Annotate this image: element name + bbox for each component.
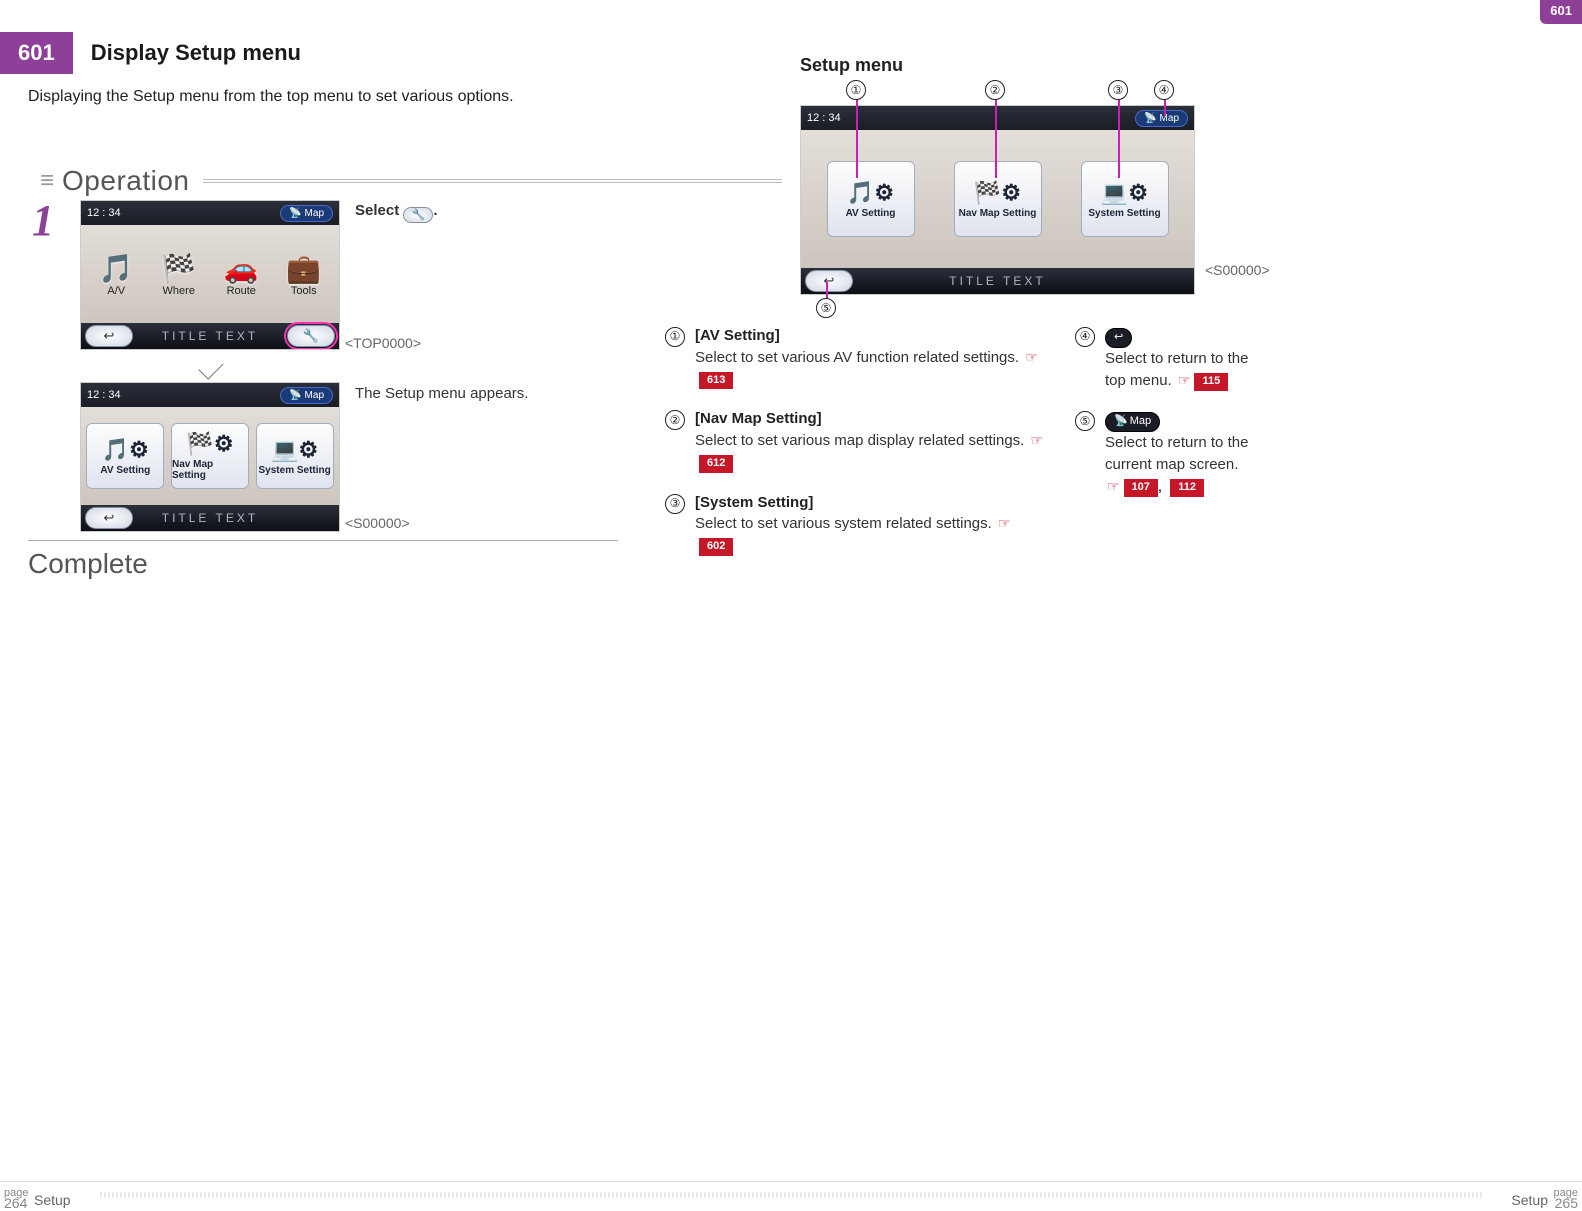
divider — [28, 540, 618, 541]
operation-heading: ≡ Operation — [40, 165, 782, 197]
legend-title: [System Setting] — [695, 492, 1045, 514]
rule-icon — [203, 179, 782, 183]
screenshot-top-menu: 12 : 34 📡 Map 🎵A/V 🏁Where 🚗Route 💼Tools … — [80, 200, 340, 350]
crossref-badge[interactable]: 612 — [699, 455, 733, 473]
tile-system-setting: 💻⚙System Setting — [256, 423, 334, 489]
callout-5: ⑤ — [1075, 411, 1095, 431]
callout-2: ② — [985, 80, 1005, 100]
callout-3: ③ — [1108, 80, 1128, 100]
callout-1: ① — [846, 80, 866, 100]
back-icon: ↩ — [85, 507, 133, 529]
section-name-left: Setup — [34, 1192, 71, 1208]
title-bar: TITLE TEXT — [801, 268, 1194, 294]
title-row: 601 Display Setup menu — [0, 32, 319, 74]
legend-right: ④ ↩ Select to return to the top menu. ☞1… — [1075, 325, 1260, 516]
crossref-badge[interactable]: 112 — [1170, 479, 1204, 497]
page-title: Display Setup menu — [73, 32, 319, 74]
legend-item-1: ① [AV Setting] Select to set various AV … — [665, 325, 1045, 390]
setup-menu-heading: Setup menu — [800, 55, 903, 76]
tile-av-setting: 🎵⚙AV Setting — [827, 161, 915, 237]
legend-item-5: ⑤ 📡 Map Select to return to the current … — [1075, 409, 1260, 497]
crossref-badge[interactable]: 107 — [1124, 479, 1158, 497]
section-number-tab: 601 — [0, 32, 73, 74]
footer-rule — [100, 1192, 1482, 1198]
legend-desc: Select to return to the top menu. ☞115 — [1105, 348, 1260, 392]
callout-4: ④ — [1075, 327, 1095, 347]
page-footer: page 264 Setup Setup page 265 — [0, 1181, 1582, 1211]
legend-desc: Select to set various AV function relate… — [695, 347, 1045, 391]
menu-tile-av: 🎵A/V — [99, 252, 134, 297]
screenshot-code-setup: <S00000> — [345, 515, 410, 531]
legend-desc: Select to set various system related set… — [695, 513, 1045, 557]
map-pill: 📡 Map — [1135, 110, 1188, 127]
crossref-icon: ☞ — [1107, 478, 1120, 494]
legend-item-4: ④ ↩ Select to return to the top menu. ☞1… — [1075, 325, 1260, 391]
callout-1: ① — [665, 327, 685, 347]
menu-tile-where: 🏁Where — [161, 252, 196, 297]
crossref-icon: ☞ — [1025, 349, 1038, 365]
map-pill: 📡 Map — [280, 205, 333, 222]
back-icon: ↩ — [805, 270, 853, 292]
page-number-right: 265 — [1555, 1195, 1578, 1211]
screenshot-code-setup-large: <S00000> — [1205, 262, 1270, 278]
map-pill: 📡 Map — [280, 387, 333, 404]
clock-label: 12 : 34 — [87, 207, 121, 219]
callout-line — [995, 98, 997, 178]
screenshot-setup-menu-large: 12 : 34 📡 Map 🎵⚙AV Setting 🏁⚙Nav Map Set… — [800, 105, 1195, 295]
chevron-down-icon — [198, 354, 223, 379]
crossref-icon: ☞ — [1178, 372, 1191, 388]
menu-tile-tools: 💼Tools — [286, 252, 321, 297]
callout-line — [1118, 98, 1120, 178]
legend-item-2: ② [Nav Map Setting] Select to set variou… — [665, 408, 1045, 473]
callout-line — [1164, 98, 1166, 116]
legend-desc: Select to set various map display relate… — [695, 430, 1045, 474]
clock-label: 12 : 34 — [87, 389, 121, 401]
map-icon: 📡 Map — [1105, 412, 1160, 432]
back-icon: ↩ — [1105, 328, 1132, 348]
tile-av-setting: 🎵⚙AV Setting — [86, 423, 164, 489]
crossref-icon: ☞ — [1031, 432, 1044, 448]
legend-item-3: ③ [System Setting] Select to set various… — [665, 492, 1045, 557]
screenshot-code-top: <TOP0000> — [345, 335, 421, 351]
crossref-badge[interactable]: 613 — [699, 372, 733, 390]
top-menu-body: 🎵A/V 🏁Where 🚗Route 💼Tools — [81, 225, 339, 323]
page-subtitle: Displaying the Setup menu from the top m… — [28, 88, 514, 106]
legend-desc: Select to return to the current map scre… — [1105, 432, 1260, 497]
callout-3: ③ — [665, 494, 685, 514]
complete-label: Complete — [28, 548, 148, 580]
step-instruction: Select 🔧. — [355, 202, 438, 223]
screenshot-caption: The Setup menu appears. — [355, 385, 528, 402]
rule-icon: ≡ — [40, 174, 54, 188]
callout-2: ② — [665, 410, 685, 430]
legend-title: [Nav Map Setting] — [695, 408, 1045, 430]
crossref-badge[interactable]: 115 — [1194, 373, 1228, 391]
legend-left: ① [AV Setting] Select to set various AV … — [665, 325, 1045, 575]
clock-label: 12 : 34 — [807, 112, 841, 124]
tile-nav-map-setting: 🏁⚙Nav Map Setting — [171, 423, 249, 489]
page-number-left: 264 — [4, 1195, 27, 1211]
tile-system-setting: 💻⚙System Setting — [1081, 161, 1169, 237]
wrench-icon: 🔧 — [287, 325, 335, 347]
section-name-right: Setup — [1511, 1192, 1548, 1208]
callout-4: ④ — [1154, 80, 1174, 100]
step-number: 1 — [32, 195, 54, 246]
tile-nav-map-setting: 🏁⚙Nav Map Setting — [954, 161, 1042, 237]
callout-5: ⑤ — [816, 298, 836, 318]
crossref-icon: ☞ — [998, 515, 1011, 531]
menu-tile-route: 🚗Route — [224, 252, 259, 297]
callout-line — [856, 98, 858, 178]
crossref-badge[interactable]: 602 — [699, 538, 733, 556]
screenshot-setup-menu: 12 : 34 📡 Map 🎵⚙AV Setting 🏁⚙Nav Map Set… — [80, 382, 340, 532]
wrench-icon: 🔧 — [403, 207, 433, 223]
operation-label: Operation — [62, 165, 189, 197]
legend-title: [AV Setting] — [695, 325, 1045, 347]
back-icon: ↩ — [85, 325, 133, 347]
page-corner-badge: 601 — [1540, 0, 1582, 24]
